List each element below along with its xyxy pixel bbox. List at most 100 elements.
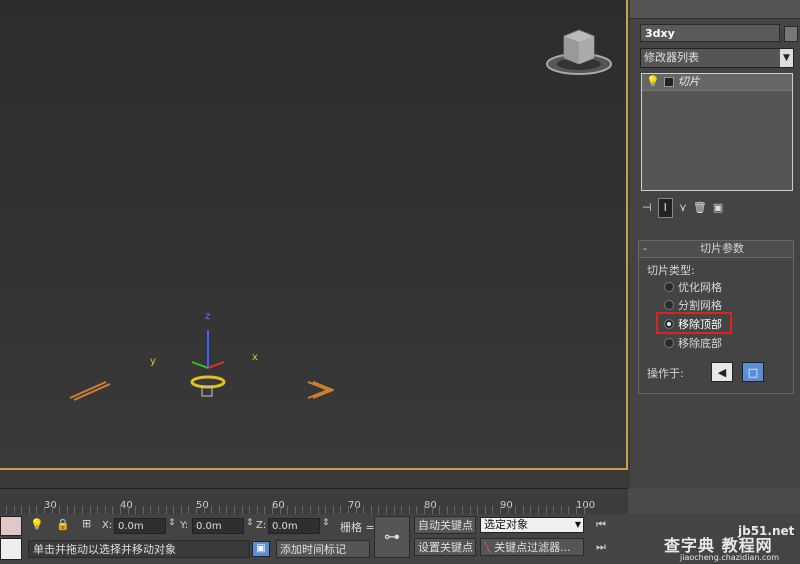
operate-on-polygons-button[interactable]: □: [742, 362, 764, 382]
remove-modifier-icon[interactable]: 🗑: [693, 199, 707, 217]
timeline-tick-mark: [14, 506, 15, 514]
maxscript-listener[interactable]: [0, 516, 22, 536]
absolute-mode-icon[interactable]: ⊞: [82, 517, 91, 530]
timeline-tick-mark: [508, 506, 509, 514]
z-label: Z:: [256, 520, 267, 531]
key-filters-button[interactable]: ╲ 关键点过滤器...: [480, 538, 584, 556]
stack-tools: ⊣ Ⅰ ⋎ 🗑 ▣: [642, 197, 792, 219]
timeline-tick-mark: [249, 506, 250, 514]
trackbar-right: [628, 488, 800, 514]
y-label: Y:: [180, 520, 189, 531]
timeline-tick-mark: [333, 506, 334, 514]
key-mode-toggle-icon[interactable]: ⏭: [596, 540, 606, 554]
timeline-tick-mark: [242, 506, 243, 514]
timeline-tick-mark: [363, 506, 364, 514]
object-color-swatch[interactable]: [784, 26, 798, 42]
timeline-tick-mark: [36, 506, 37, 514]
operate-on-label: 操作于:: [647, 367, 684, 380]
timeline-tick-mark: [394, 506, 395, 514]
timeline-tick-mark: [409, 506, 410, 514]
timeline-tick-mark: [470, 506, 471, 514]
timeline-tick-mark: [105, 506, 106, 514]
timeline-tick-mark: [439, 506, 440, 514]
lightbulb-icon[interactable]: 💡: [646, 74, 660, 90]
z-field[interactable]: 0.0m: [268, 518, 320, 534]
modifier-stack[interactable]: 💡 切片: [641, 73, 793, 191]
lock-icon[interactable]: 🔒: [56, 518, 70, 531]
perspective-viewport[interactable]: z y x: [0, 0, 628, 470]
key-filters-label: 关键点过滤器...: [494, 541, 571, 554]
key-mode-dropdown[interactable]: 选定对象 ▼: [480, 517, 584, 533]
timeline-tick-mark: [52, 506, 53, 514]
timeline-tick-mark: [226, 506, 227, 514]
z-spinner-icon[interactable]: ⇕: [322, 518, 330, 528]
y-spinner-icon[interactable]: ⇕: [246, 518, 254, 528]
key-mode-value: 选定对象: [484, 518, 528, 531]
timeline-tick-mark: [234, 506, 235, 514]
isolate-icon[interactable]: 💡: [30, 518, 44, 531]
configure-sets-icon[interactable]: ▣: [713, 199, 723, 217]
maxscript-mini[interactable]: [0, 538, 22, 560]
timeline-tick-mark: [318, 506, 319, 514]
x-field[interactable]: 0.0m: [114, 518, 166, 534]
timeline-tick-label: 100: [576, 500, 596, 511]
pin-stack-icon[interactable]: ⊣: [642, 199, 652, 217]
timeline-tick-mark: [538, 506, 539, 514]
rollout-header[interactable]: - 切片参数: [639, 241, 793, 258]
rollout-title: 切片参数: [700, 242, 744, 255]
timeline-tick-mark: [204, 506, 205, 514]
timeline-tick-mark: [264, 506, 265, 514]
object-name-field[interactable]: 3dxy: [640, 24, 780, 42]
x-label: X:: [102, 520, 113, 531]
timeline-tick-mark: [173, 506, 174, 514]
option-remove-bottom[interactable]: 移除底部: [678, 335, 722, 351]
option-split-mesh[interactable]: 分割网格: [678, 297, 722, 313]
go-to-start-icon[interactable]: ⏮: [596, 518, 606, 532]
viewcube-icon[interactable]: [544, 26, 614, 78]
radio-refine-mesh[interactable]: [664, 282, 674, 292]
timeline-tick-mark: [416, 506, 417, 514]
watermark-url: jiaocheng.chazidian.com: [680, 553, 780, 562]
set-key-icon[interactable]: ⊶: [374, 516, 410, 558]
x-axis-label: x: [252, 352, 258, 363]
timeline-tick-mark: [477, 506, 478, 514]
grid-marker-left-icon: [69, 381, 111, 401]
set-key-button[interactable]: 设置关键点: [414, 538, 476, 556]
stack-item-slice[interactable]: 💡 切片: [642, 74, 792, 91]
radio-remove-bottom[interactable]: [664, 338, 674, 348]
timeline-tick-mark: [500, 506, 501, 514]
timeline-tick-mark: [530, 506, 531, 514]
selection-lock-icon[interactable]: ▣: [252, 541, 270, 557]
modifier-list-dropdown[interactable]: 修改器列表 ▼: [640, 48, 794, 68]
add-time-tag-button[interactable]: 添加时间标记: [276, 540, 370, 558]
make-unique-icon[interactable]: ⋎: [679, 199, 687, 217]
collapse-icon[interactable]: -: [639, 241, 651, 257]
operate-on-faces-button[interactable]: ◀: [711, 362, 733, 382]
timeline-tick-mark: [546, 506, 547, 514]
highlight-box: [656, 312, 732, 334]
x-spinner-icon[interactable]: ⇕: [168, 518, 176, 528]
expand-icon[interactable]: [663, 77, 674, 87]
option-refine-mesh[interactable]: 优化网格: [678, 279, 722, 295]
timeline-tick-mark: [462, 506, 463, 514]
radio-split-mesh[interactable]: [664, 300, 674, 310]
slice-type-label: 切片类型:: [647, 264, 695, 277]
gizmo-icon[interactable]: [180, 320, 240, 400]
timeline-tick-label: 30: [44, 500, 57, 511]
timeline-tick-mark: [553, 506, 554, 514]
key-filter-icon: ╲: [484, 541, 491, 554]
timeline-tick-mark: [120, 506, 121, 514]
y-field[interactable]: 0.0m: [192, 518, 244, 534]
timeline-tick-mark: [287, 506, 288, 514]
timeline-tick-mark: [150, 506, 151, 514]
timeline-tick-mark: [432, 506, 433, 514]
timeline-tick-label: 40: [120, 500, 133, 511]
track-bar[interactable]: [0, 488, 628, 515]
grid-label: 栅格 =: [340, 521, 375, 534]
timeline-tick-mark: [44, 506, 45, 514]
show-end-result-icon[interactable]: Ⅰ: [657, 198, 673, 218]
command-panel-tabs[interactable]: [630, 0, 800, 19]
timeline-tick-mark: [257, 506, 258, 514]
timeline-tick-mark: [97, 506, 98, 514]
auto-key-button[interactable]: 自动关键点: [414, 516, 476, 534]
